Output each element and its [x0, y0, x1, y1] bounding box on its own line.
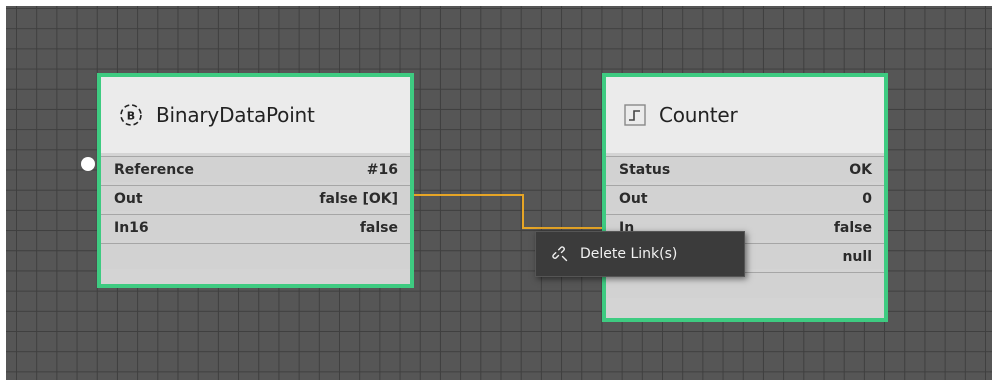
node-row-status[interactable]: Status OK	[606, 156, 884, 182]
row-label: Out	[114, 190, 143, 207]
menu-item-label: Delete Link(s)	[580, 246, 678, 262]
node-row-reference[interactable]: Reference #16	[101, 156, 410, 182]
flow-canvas[interactable]: B BinaryDataPoint Reference #16 Out fals…	[6, 6, 992, 380]
row-label: Out	[619, 190, 648, 207]
row-value: 0	[862, 190, 872, 207]
node-title: Counter	[659, 103, 738, 127]
node-header[interactable]: B BinaryDataPoint	[101, 77, 410, 153]
row-value: false [OK]	[319, 190, 398, 207]
delete-links-menu-item[interactable]: Delete Link(s)	[552, 246, 677, 262]
node-row-out[interactable]: Out 0	[606, 185, 884, 211]
context-menu: Delete Link(s)	[535, 231, 745, 277]
node-title: BinaryDataPoint	[156, 103, 315, 127]
row-label: Status	[619, 161, 671, 178]
link-wire[interactable]	[408, 194, 606, 229]
input-port-dot[interactable]	[81, 157, 95, 171]
binary-datapoint-node[interactable]: B BinaryDataPoint Reference #16 Out fals…	[97, 73, 414, 288]
node-row-in16[interactable]: In16 false	[101, 214, 410, 240]
node-row-out[interactable]: Out false [OK]	[101, 185, 410, 211]
row-value: false	[833, 219, 872, 236]
binary-datapoint-icon: B	[118, 102, 144, 128]
row-value: OK	[849, 161, 872, 178]
counter-node[interactable]: Counter Status OK Out 0 In false null	[602, 73, 888, 322]
row-value: false	[359, 219, 398, 236]
row-value: null	[842, 248, 872, 265]
node-row-empty	[101, 243, 410, 269]
row-value: #16	[366, 161, 398, 178]
row-label: In16	[114, 219, 149, 236]
svg-text:B: B	[127, 110, 135, 123]
counter-icon	[623, 103, 647, 127]
unlink-icon	[552, 246, 568, 262]
row-label: Reference	[114, 161, 195, 178]
node-header[interactable]: Counter	[606, 77, 884, 153]
